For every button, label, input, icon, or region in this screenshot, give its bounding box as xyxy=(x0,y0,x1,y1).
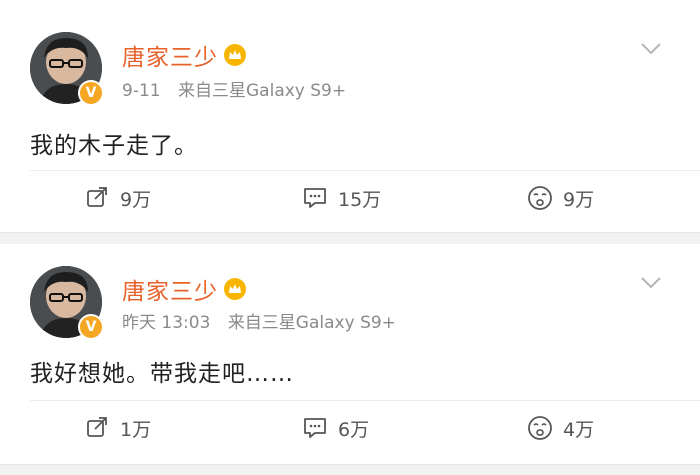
post-separator xyxy=(0,464,700,475)
comment-count: 6万 xyxy=(338,418,370,441)
comment-icon xyxy=(302,185,328,211)
post-source: 来自三星Galaxy S9+ xyxy=(227,313,396,333)
post-card[interactable]: V 唐家三少 昨天 13:03 来自三星Galaxy S9+ 我好想她。带我走吧… xyxy=(0,244,700,464)
comment-count: 15万 xyxy=(338,188,382,211)
post-card[interactable]: V 唐家三少 9-11 来自三星Galaxy S9+ 我的木子走了。 9万 15… xyxy=(0,0,700,232)
sad-face-icon xyxy=(527,415,553,441)
post-content: 我的木子走了。 xyxy=(30,133,198,159)
post-content: 我好想她。带我走吧…… xyxy=(30,361,294,387)
avatar[interactable]: V xyxy=(30,32,104,106)
avatar[interactable]: V xyxy=(30,266,104,340)
name-row: 唐家三少 xyxy=(122,272,246,306)
chevron-down-icon[interactable] xyxy=(640,276,662,290)
divider xyxy=(30,400,700,401)
verified-v-icon: V xyxy=(78,314,104,340)
weibo-feed: V 唐家三少 9-11 来自三星Galaxy S9+ 我的木子走了。 9万 15… xyxy=(0,0,700,475)
comment-icon xyxy=(302,415,328,441)
share-button[interactable]: 1万 xyxy=(84,408,151,448)
share-button[interactable]: 9万 xyxy=(84,178,151,218)
like-button[interactable]: 9万 xyxy=(527,178,594,218)
verified-v-icon: V xyxy=(78,80,104,106)
post-source: 来自三星Galaxy S9+ xyxy=(178,81,347,101)
post-meta: 昨天 13:03 来自三星Galaxy S9+ xyxy=(122,308,396,333)
crown-icon[interactable] xyxy=(224,44,246,66)
action-bar: 1万 6万 4万 xyxy=(0,408,700,448)
post-separator xyxy=(0,232,700,244)
divider xyxy=(30,170,700,171)
comment-button[interactable]: 6万 xyxy=(302,408,369,448)
sad-face-icon xyxy=(527,185,553,211)
like-button[interactable]: 4万 xyxy=(527,408,594,448)
crown-icon[interactable] xyxy=(224,278,246,300)
share-count: 9万 xyxy=(120,188,152,211)
post-time: 9-11 xyxy=(122,81,161,101)
share-icon xyxy=(84,185,110,211)
share-icon xyxy=(84,415,110,441)
like-count: 4万 xyxy=(563,418,595,441)
share-count: 1万 xyxy=(120,418,152,441)
username[interactable]: 唐家三少 xyxy=(122,272,218,306)
chevron-down-icon[interactable] xyxy=(640,42,662,56)
post-meta: 9-11 来自三星Galaxy S9+ xyxy=(122,76,346,101)
post-time: 昨天 13:03 xyxy=(122,313,211,333)
like-count: 9万 xyxy=(563,188,595,211)
username[interactable]: 唐家三少 xyxy=(122,38,218,72)
name-row: 唐家三少 xyxy=(122,38,246,72)
action-bar: 9万 15万 9万 xyxy=(0,178,700,218)
comment-button[interactable]: 15万 xyxy=(302,178,381,218)
